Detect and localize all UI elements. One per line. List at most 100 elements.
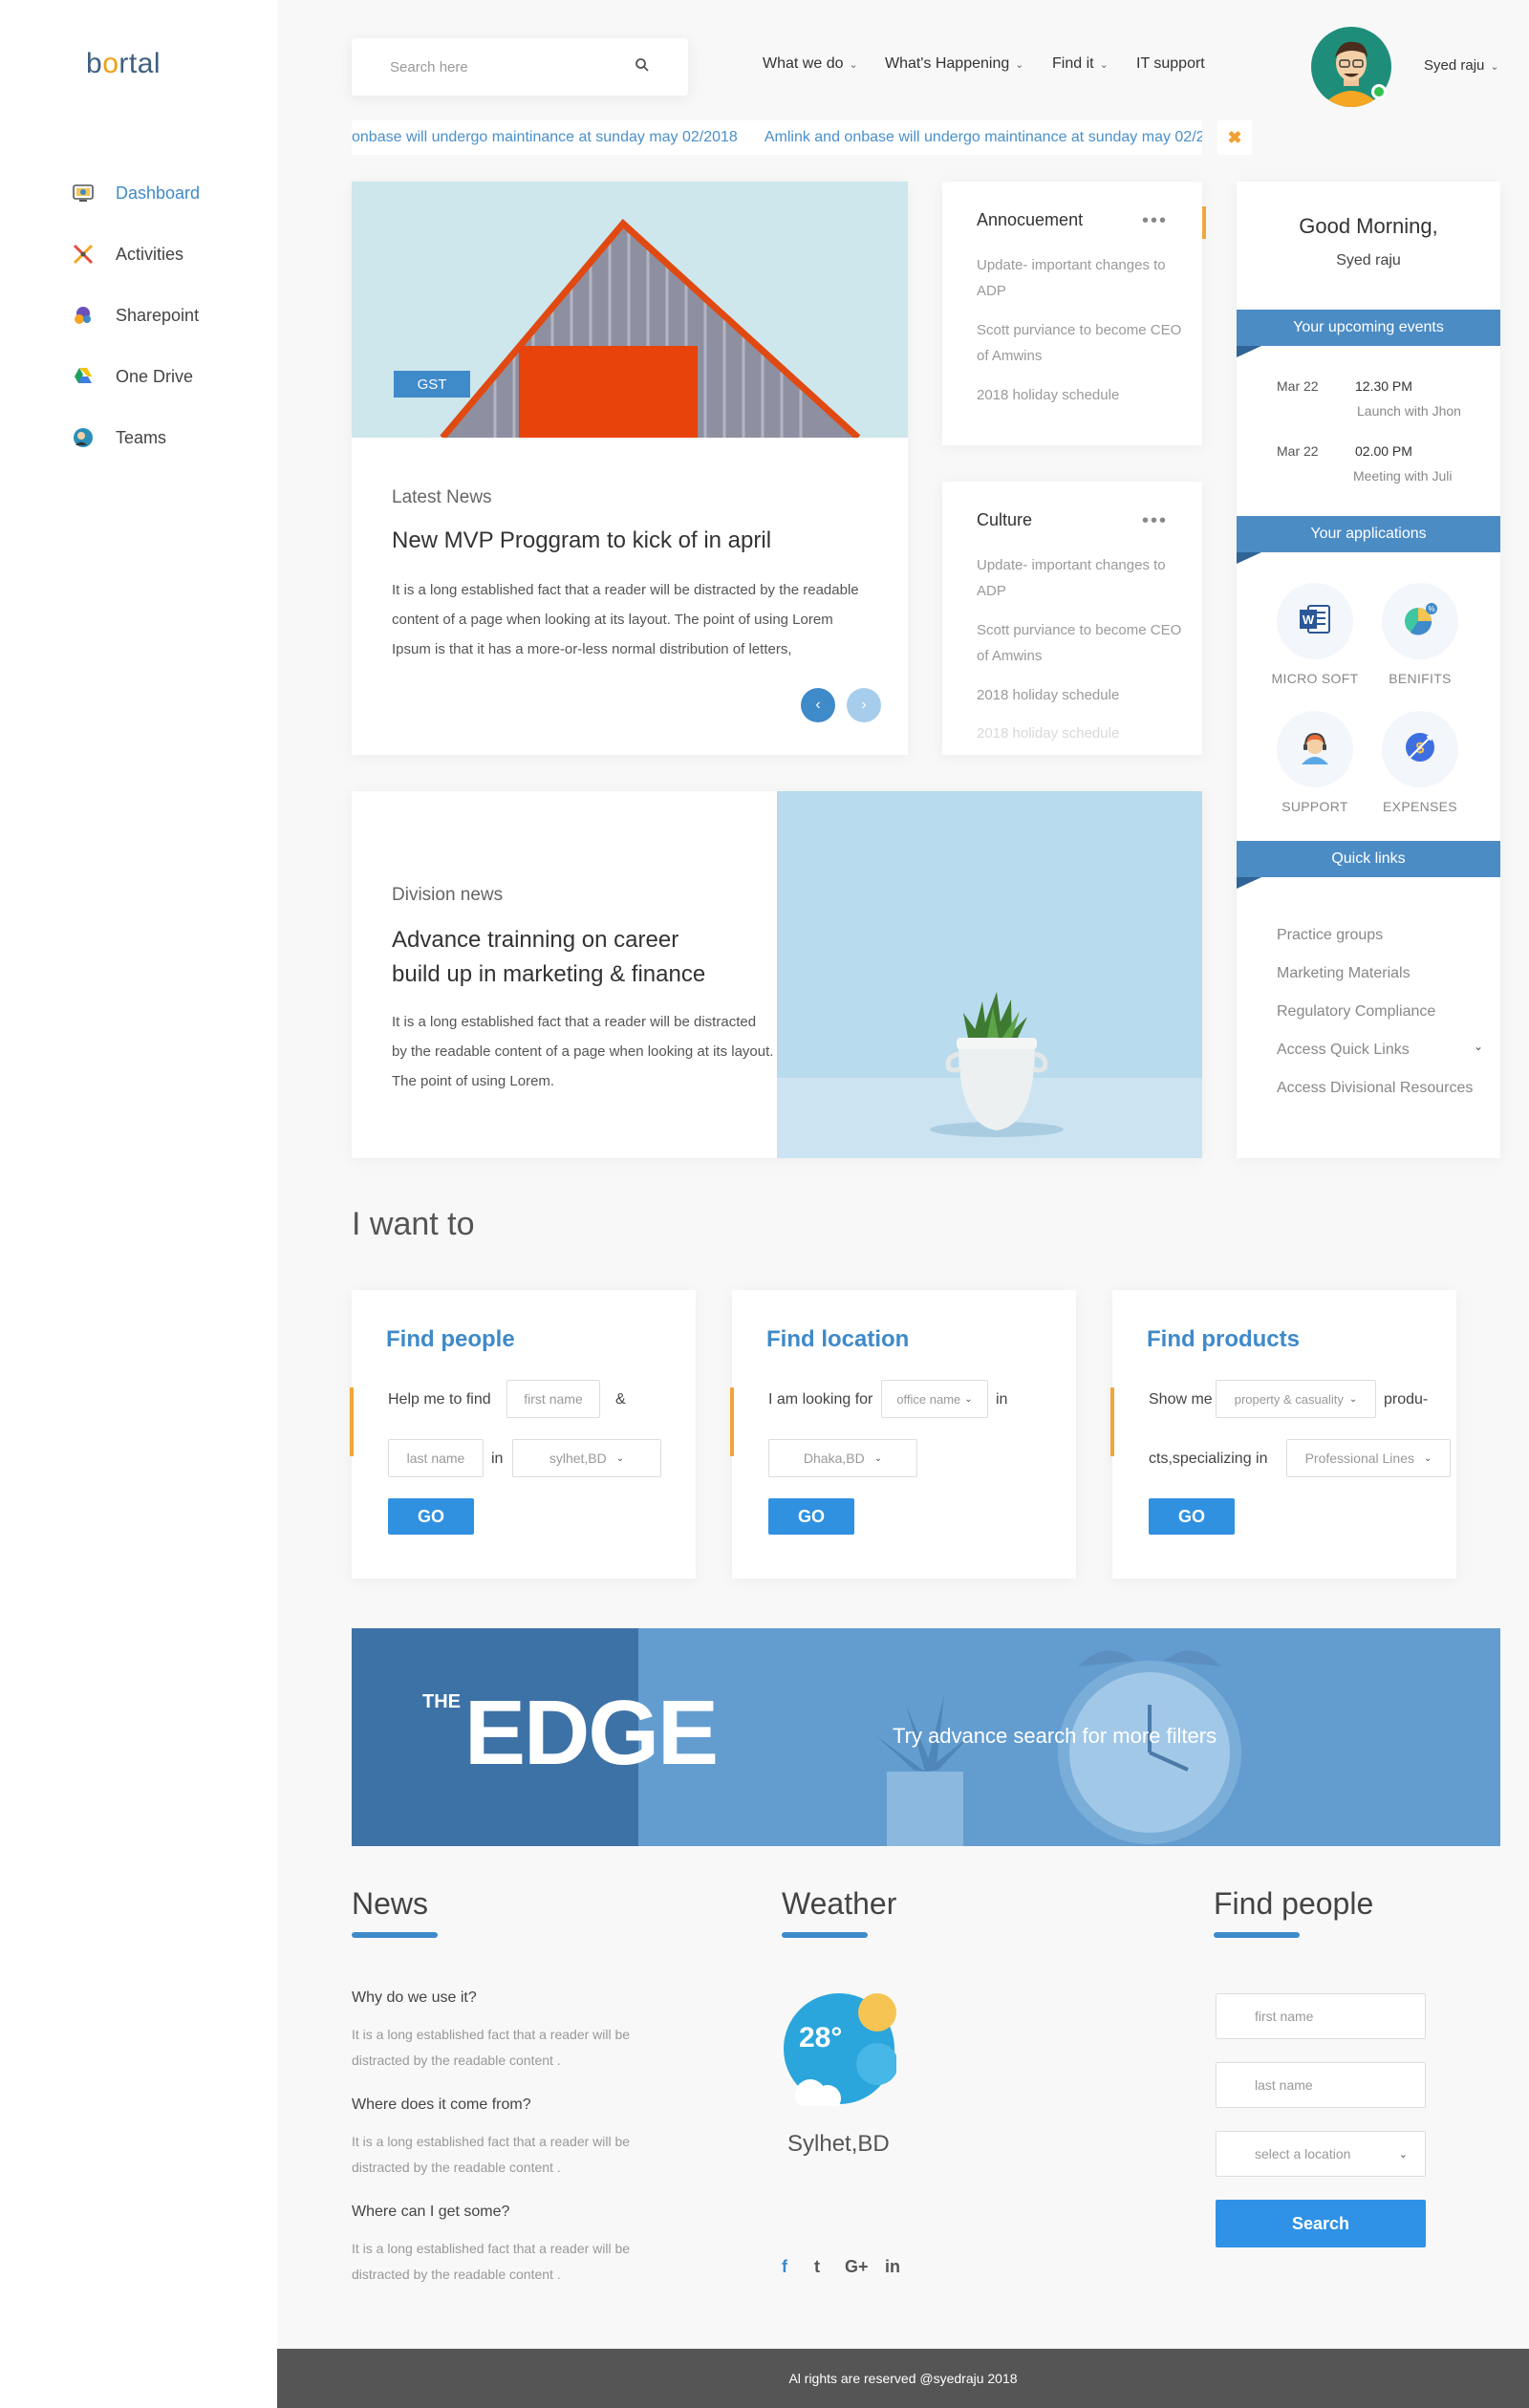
section-eyebrow: Division news xyxy=(392,885,504,905)
find-people-card: Find people Help me to find first name &… xyxy=(350,1290,696,1579)
quick-link[interactable]: Practice groups xyxy=(1277,927,1383,944)
culture-link[interactable]: Scott purviance to become CEO of Amwins xyxy=(977,617,1187,669)
city-select[interactable]: Dhaka,BD ⌄ xyxy=(768,1439,917,1477)
chevron-down-icon: ⌄ xyxy=(849,59,858,71)
nav-find-it[interactable]: Find it ⌄ xyxy=(1052,55,1109,73)
linkedin-icon[interactable]: in xyxy=(885,2257,900,2277)
sidebar-item-sharepoint[interactable]: Sharepoint xyxy=(72,304,199,327)
user-menu[interactable]: Syed raju ⌄ xyxy=(1424,57,1499,74)
go-button[interactable]: GO xyxy=(768,1498,854,1535)
event-description[interactable]: Launch with Jhon xyxy=(1357,403,1461,419)
office-select[interactable]: office name ⌄ xyxy=(881,1380,988,1418)
app-label: EXPENSES xyxy=(1383,799,1457,814)
prev-slide-button[interactable]: ‹ xyxy=(801,688,835,722)
news-question[interactable]: Where can I get some? xyxy=(352,2204,509,2221)
search-icon[interactable] xyxy=(635,57,650,77)
google-plus-icon[interactable]: G+ xyxy=(845,2257,869,2277)
division-body: It is a long established fact that a rea… xyxy=(392,1014,774,1089)
last-name-field[interactable]: last name xyxy=(388,1439,484,1477)
event-date: Mar 22 xyxy=(1277,443,1319,459)
quick-link[interactable]: Access Divisional Resources xyxy=(1277,1080,1473,1097)
location-select[interactable]: select a location ⌄ xyxy=(1216,2131,1426,2177)
go-button[interactable]: GO xyxy=(388,1498,474,1535)
sidebar-item-onedrive[interactable]: One Drive xyxy=(72,365,193,388)
dashboard-icon xyxy=(72,182,95,204)
division-headline-line-1[interactable]: Advance trainning on career xyxy=(392,923,678,957)
go-button[interactable]: GO xyxy=(1149,1498,1235,1535)
ribbon-fold xyxy=(1237,346,1261,357)
sidebar: bortal Dashboard Activities Sharepoint O… xyxy=(0,0,277,2408)
category-select[interactable]: property & casuality ⌄ xyxy=(1216,1380,1376,1418)
announcement-ticker: onbase will undergo maintinance at sunda… xyxy=(352,120,1202,155)
ticker-item[interactable]: Amlink and onbase will undergo maintinan… xyxy=(764,129,1202,146)
accent-bar xyxy=(1110,1387,1114,1456)
line-select[interactable]: Professional Lines ⌄ xyxy=(1286,1439,1451,1477)
form-text: cts,specializing in xyxy=(1149,1451,1268,1467)
more-options-icon[interactable]: ••• xyxy=(1142,210,1168,232)
culture-link[interactable]: 2018 holiday schedule xyxy=(977,682,1187,708)
sidebar-item-label: Dashboard xyxy=(116,183,201,203)
search-input[interactable] xyxy=(390,58,610,75)
select-value: office name xyxy=(896,1391,961,1407)
quick-link[interactable]: Marketing Materials xyxy=(1277,965,1411,982)
chevron-down-icon: ⌄ xyxy=(964,1393,973,1405)
section-title: I want to xyxy=(352,1206,475,1242)
title-underline xyxy=(1214,1932,1300,1938)
division-headline-line-2[interactable]: build up in marketing & finance xyxy=(392,957,705,992)
find-products-card: Find products Show me property & casuali… xyxy=(1110,1290,1456,1579)
nav-whats-happening[interactable]: What's Happening ⌄ xyxy=(885,55,1023,73)
sidebar-item-label: One Drive xyxy=(116,366,194,386)
twitter-icon[interactable]: t xyxy=(814,2257,820,2277)
more-options-icon[interactable]: ••• xyxy=(1142,510,1168,532)
ticker-item[interactable]: onbase will undergo maintinance at sunda… xyxy=(352,129,738,146)
bportal-logo[interactable]: bortal xyxy=(86,48,161,80)
app-expenses[interactable]: $ xyxy=(1382,711,1458,787)
username-label: Syed raju xyxy=(1424,57,1485,74)
app-support[interactable] xyxy=(1277,711,1353,787)
announcement-link[interactable]: Update- important changes to ADP xyxy=(977,252,1187,304)
sidebar-item-activities[interactable]: Activities xyxy=(72,243,183,266)
greeting-panel: Good Morning, Syed raju Your upcoming ev… xyxy=(1237,182,1500,1158)
news-question[interactable]: Where does it come from? xyxy=(352,2096,531,2114)
app-microsoft[interactable]: W xyxy=(1277,583,1353,659)
nav-it-support[interactable]: IT support xyxy=(1136,55,1205,73)
news-headline[interactable]: New MVP Proggram to kick of in april xyxy=(392,524,771,558)
chevron-down-icon[interactable]: ⌄ xyxy=(1474,1040,1483,1053)
nav-label: What we do xyxy=(763,55,844,72)
quick-link[interactable]: Access Quick Links xyxy=(1277,1042,1410,1059)
announcement-link[interactable]: 2018 holiday schedule xyxy=(977,382,1187,408)
nav-what-we-do[interactable]: What we do ⌄ xyxy=(763,55,858,73)
last-name-field[interactable]: last name xyxy=(1216,2062,1426,2108)
app-label: BENIFITS xyxy=(1389,671,1452,686)
facebook-icon[interactable]: f xyxy=(782,2257,787,2277)
announcement-link[interactable]: Scott purviance to become CEO of Amwins xyxy=(977,317,1187,369)
first-name-field[interactable]: first name xyxy=(506,1380,600,1418)
sidebar-item-label: Activities xyxy=(116,244,184,264)
nav-label: Find it xyxy=(1052,55,1094,72)
location-select[interactable]: sylhet,BD ⌄ xyxy=(512,1439,661,1477)
news-question[interactable]: Why do we use it? xyxy=(352,1989,477,2007)
first-name-field[interactable]: first name xyxy=(1216,1993,1426,2039)
app-label: MICRO SOFT xyxy=(1271,671,1359,686)
find-location-card: Find location I am looking for office na… xyxy=(730,1290,1076,1579)
form-text: & xyxy=(615,1391,626,1408)
event-time: 02.00 PM xyxy=(1355,443,1412,459)
onedrive-icon xyxy=(72,365,95,388)
edge-banner[interactable]: THE EDGE Try advance search for more fil… xyxy=(352,1628,1500,1846)
edge-tagline[interactable]: Try advance search for more filters xyxy=(893,1724,1217,1749)
card-title: Culture xyxy=(977,510,1033,529)
culture-link[interactable]: Update- important changes to ADP xyxy=(977,552,1187,604)
next-slide-button[interactable]: › xyxy=(847,688,881,722)
temperature: 28° xyxy=(799,2022,843,2053)
accent-bar xyxy=(350,1387,354,1456)
sidebar-item-dashboard[interactable]: Dashboard xyxy=(72,182,200,204)
quick-link[interactable]: Regulatory Compliance xyxy=(1277,1003,1435,1021)
sidebar-item-teams[interactable]: Teams xyxy=(72,426,166,449)
close-icon[interactable]: ✖ xyxy=(1217,120,1252,155)
event-description[interactable]: Meeting with Juli xyxy=(1353,468,1453,484)
form-text: Show me xyxy=(1149,1391,1213,1408)
weather-section-title: Weather xyxy=(782,1886,897,1921)
search-button[interactable]: Search xyxy=(1216,2200,1426,2247)
culture-link[interactable]: 2018 holiday schedule xyxy=(977,720,1187,746)
app-benefits[interactable]: % xyxy=(1382,583,1458,659)
